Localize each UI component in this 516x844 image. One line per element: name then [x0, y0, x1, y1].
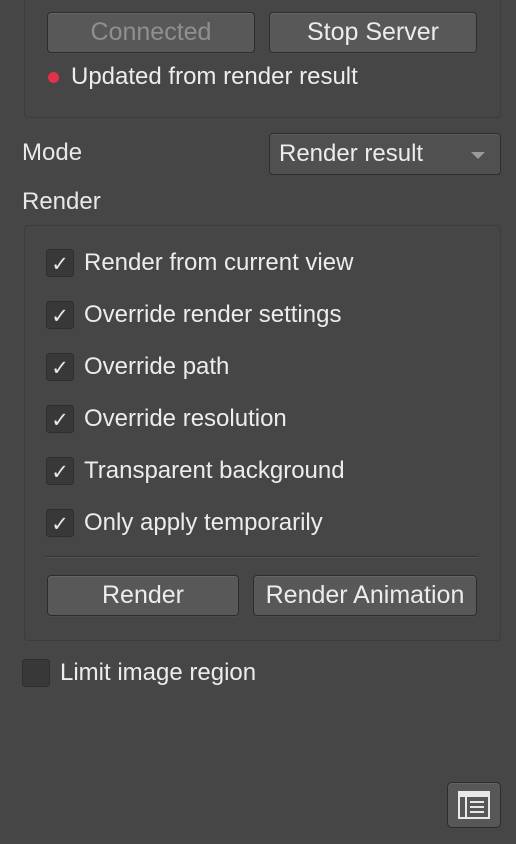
checkmark-icon: ✓ — [51, 252, 69, 276]
status-text: Updated from render result — [71, 63, 358, 90]
stop-server-button[interactable]: Stop Server — [269, 12, 477, 53]
checkbox[interactable] — [22, 659, 50, 687]
checkbox[interactable]: ✓ — [46, 405, 74, 433]
connected-button[interactable]: Connected — [47, 12, 255, 53]
checkmark-icon: ✓ — [51, 460, 69, 484]
option-label: Only apply temporarily — [84, 509, 323, 536]
mode-label: Mode — [22, 139, 83, 166]
checkbox[interactable]: ✓ — [46, 457, 74, 485]
option-override-path[interactable]: ✓ Override path — [46, 352, 229, 382]
checkbox[interactable]: ✓ — [46, 509, 74, 537]
panel-toggle-icon — [458, 791, 490, 819]
limit-image-region-label: Limit image region — [60, 659, 257, 686]
render-animation-button[interactable]: Render Animation — [253, 575, 477, 616]
option-label: Override resolution — [84, 405, 287, 432]
checkmark-icon: ✓ — [51, 512, 69, 536]
checkmark-icon: ✓ — [51, 408, 69, 432]
render-button[interactable]: Render — [47, 575, 239, 616]
limit-image-region[interactable]: Limit image region — [22, 658, 256, 688]
option-label: Override path — [84, 353, 230, 380]
checkbox[interactable]: ✓ — [46, 301, 74, 329]
mode-selected-value: Render result — [279, 140, 424, 167]
render-section-label: Render — [22, 188, 101, 215]
mode-dropdown[interactable]: Render result — [269, 133, 501, 175]
checkmark-icon: ✓ — [51, 304, 69, 328]
option-label: Transparent background — [84, 457, 345, 484]
option-override-resolution[interactable]: ✓ Override resolution — [46, 404, 287, 434]
option-transparent-background[interactable]: ✓ Transparent background — [46, 456, 345, 486]
option-render-from-current-view[interactable]: ✓ Render from current view — [46, 248, 353, 278]
render-panel: Connected Stop Server Updated from rende… — [0, 0, 516, 844]
panel-toggle-button[interactable] — [447, 782, 501, 828]
status-dot-icon — [48, 71, 59, 83]
divider — [46, 556, 478, 558]
option-label: Override render settings — [84, 301, 342, 328]
connection-status: Updated from render result — [48, 62, 358, 92]
checkmark-icon: ✓ — [51, 356, 69, 380]
checkbox[interactable]: ✓ — [46, 249, 74, 277]
checkbox[interactable]: ✓ — [46, 353, 74, 381]
option-override-render-settings[interactable]: ✓ Override render settings — [46, 300, 341, 330]
chevron-down-icon — [471, 152, 485, 159]
option-label: Render from current view — [84, 249, 354, 276]
option-only-apply-temporarily[interactable]: ✓ Only apply temporarily — [46, 508, 323, 538]
